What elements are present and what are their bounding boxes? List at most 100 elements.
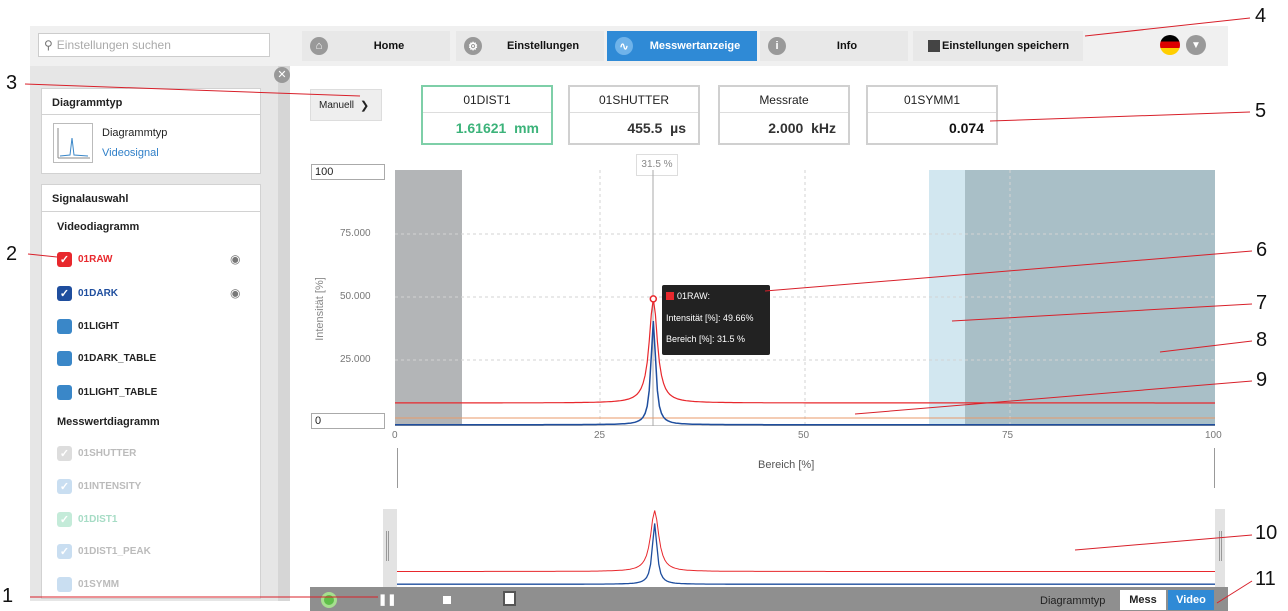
checkbox-01dist1-peak[interactable]: ✓ xyxy=(57,543,72,559)
y-tick-label: 50.000 xyxy=(340,291,371,302)
main-chart[interactable] xyxy=(395,170,1215,426)
language-selector[interactable]: ▼ xyxy=(1160,33,1216,57)
checkbox-01dark[interactable]: ✓ xyxy=(57,285,72,301)
video-toggle[interactable]: Video xyxy=(1168,590,1214,610)
signal-label-01symm: 01SYMM xyxy=(78,578,120,590)
callout-8: 8 xyxy=(1256,329,1268,351)
checkbox-01raw[interactable]: ✓ xyxy=(57,251,72,267)
nav-info[interactable]: i Info xyxy=(760,31,908,61)
callout-1: 1 xyxy=(2,585,14,607)
checkbox-01light-table[interactable] xyxy=(57,384,72,400)
overview-chart[interactable] xyxy=(397,509,1215,587)
checkbox-01dist1[interactable]: ✓ xyxy=(57,511,72,527)
signal-label-01dist1-peak: 01DIST1_PEAK xyxy=(78,545,151,557)
signal-item-01dist1-peak[interactable]: ✓ 01DIST1_PEAK xyxy=(57,542,151,560)
chevron-down-icon: ❯ xyxy=(360,99,370,112)
nav-home[interactable]: ⌂ Home xyxy=(302,31,450,61)
mess-toggle[interactable]: Mess xyxy=(1120,590,1166,610)
signal-item-01dark[interactable]: ✓ 01DARK xyxy=(57,284,118,302)
checkbox-01dark-table[interactable] xyxy=(57,350,72,366)
tooltip-range: Bereich [%]: 31.5 % xyxy=(666,334,746,344)
measure-diagram-header: Messwertdiagramm xyxy=(57,416,160,428)
play-icon[interactable] xyxy=(321,592,337,608)
floppy-icon xyxy=(928,40,940,52)
tooltip-intensity: Intensität [%]: 49.66% xyxy=(666,313,754,323)
value-box-01shutter: 01SHUTTER 455.5 µs xyxy=(568,85,700,145)
callout-4: 4 xyxy=(1255,5,1267,27)
checkbox-01shutter[interactable]: ✓ xyxy=(57,445,72,461)
nav-settings[interactable]: ⚙ Einstellungen xyxy=(456,31,604,61)
x-tick-label: 50 xyxy=(798,430,810,441)
tooltip-title: 01RAW: xyxy=(677,291,711,301)
nav-measure[interactable]: ∿ Messwertanzeige xyxy=(607,31,757,61)
callout-6: 6 xyxy=(1256,239,1268,261)
range-bracket-right xyxy=(1214,448,1215,488)
x-tick-label: 100 xyxy=(1205,430,1222,441)
range-bracket-left xyxy=(397,448,398,488)
signal-item-01intensity[interactable]: ✓ 01INTENSITY xyxy=(57,477,141,495)
signal-item-01raw[interactable]: ✓ 01RAW xyxy=(57,250,112,268)
signal-item-01light-table[interactable]: 01LIGHT_TABLE xyxy=(57,383,157,401)
chart-tooltip: 01RAW: Intensität [%]: 49.66% Bereich [%… xyxy=(662,285,770,355)
ymax-input[interactable]: 100 xyxy=(311,164,385,180)
nav-home-label: Home xyxy=(373,40,405,52)
value-box-01dist1: 01DIST1 1.61621 mm xyxy=(421,85,553,145)
value-reading: 455.5 µs xyxy=(570,113,698,143)
nav-measure-label: Messwertanzeige xyxy=(649,40,741,52)
pause-icon[interactable]: ❚❚ xyxy=(378,593,396,606)
overview-line-01dark xyxy=(397,523,1215,585)
signal-label-01light-table: 01LIGHT_TABLE xyxy=(78,386,158,398)
sidebar-scrollbar[interactable] xyxy=(278,66,290,601)
signal-label-01raw: 01RAW xyxy=(78,253,113,265)
callout-2: 2 xyxy=(6,243,18,265)
bottom-diagramtype-label: Diagrammtyp xyxy=(1040,595,1106,607)
y-tick-label: 25.000 xyxy=(340,354,371,365)
save-settings-label: Einstellungen speichern xyxy=(942,40,1070,52)
checkbox-01intensity[interactable]: ✓ xyxy=(57,478,72,494)
chevron-down-icon: ▼ xyxy=(1186,35,1206,55)
diagramtype-thumbnail-icon[interactable] xyxy=(53,123,93,163)
y-tick-label: 75.000 xyxy=(340,228,371,239)
signal-item-01light[interactable]: 01LIGHT xyxy=(57,317,119,335)
signal-item-01shutter[interactable]: ✓ 01SHUTTER xyxy=(57,444,136,462)
signal-label-01dark: 01DARK xyxy=(78,287,119,299)
search-icon: ⚲ xyxy=(44,38,53,52)
search-input[interactable]: Einstellungen suchen xyxy=(57,38,171,52)
value-number: 455.5 xyxy=(627,120,663,136)
checkbox-01light[interactable] xyxy=(57,318,72,334)
nav-settings-label: Einstellungen xyxy=(506,40,580,52)
checkbox-01symm[interactable] xyxy=(57,576,72,592)
info-icon: i xyxy=(768,37,786,55)
signal-item-01symm[interactable]: 01SYMM xyxy=(57,575,119,593)
mode-dropdown[interactable]: Manuell ❯ xyxy=(310,89,382,121)
value-name: Messrate xyxy=(720,87,848,113)
value-unit: kHz xyxy=(811,120,836,136)
value-reading: 0.074 xyxy=(868,113,996,143)
value-box-messrate: Messrate 2.000 kHz xyxy=(718,85,850,145)
y-axis-label: Intensität [%] xyxy=(314,277,326,341)
video-diagram-header: Videodiagramm xyxy=(57,221,140,233)
eye-icon[interactable]: ◉ xyxy=(230,252,240,266)
value-unit: mm xyxy=(514,120,539,136)
german-flag-icon xyxy=(1160,35,1180,55)
overview-line-01raw xyxy=(397,510,1215,572)
search-box[interactable]: ⚲ Einstellungen suchen xyxy=(38,33,270,57)
save-settings-button[interactable]: Einstellungen speichern xyxy=(913,31,1083,61)
sidebar-close-icon[interactable]: ✕ xyxy=(274,67,290,83)
overview-right-handle[interactable] xyxy=(1219,531,1222,561)
signal-item-01dark-table[interactable]: 01DARK_TABLE xyxy=(57,349,156,367)
overview-left-handle[interactable] xyxy=(386,531,389,561)
callout-10: 10 xyxy=(1255,522,1278,544)
x-tick-label: 0 xyxy=(392,430,398,441)
save-data-icon[interactable] xyxy=(503,591,516,606)
diagramtype-value-link[interactable]: Videosignal xyxy=(102,147,159,159)
ymin-input[interactable]: 0 xyxy=(311,413,385,429)
nav-info-label: Info xyxy=(836,40,858,52)
callout-5: 5 xyxy=(1255,100,1267,122)
x-tick-label: 25 xyxy=(594,430,606,441)
stop-icon[interactable] xyxy=(443,596,451,604)
value-name: 01SYMM1 xyxy=(868,87,996,113)
callout-7: 7 xyxy=(1256,292,1268,314)
signal-item-01dist1[interactable]: ✓ 01DIST1 xyxy=(57,510,117,528)
eye-icon[interactable]: ◉ xyxy=(230,286,240,300)
